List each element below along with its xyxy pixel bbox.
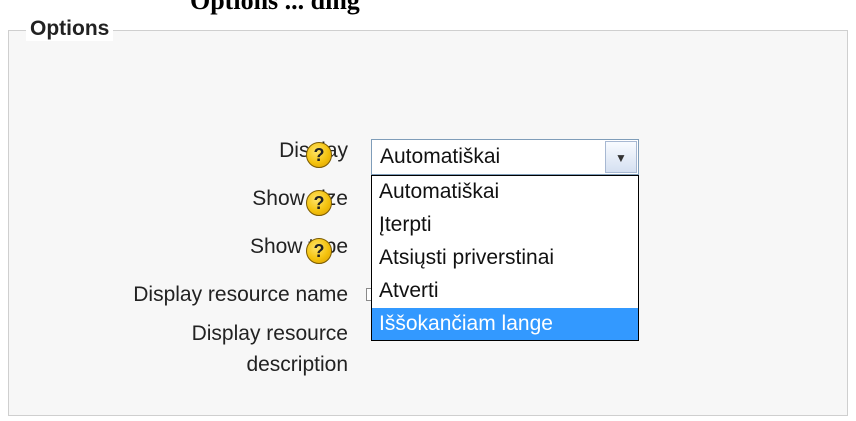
dropdown-option-iterpti[interactable]: Įterpti [372, 209, 638, 241]
show-size-help-icon[interactable]: ? [306, 190, 332, 216]
dropdown-option-atsiusti-priverstinai[interactable]: Atsiųsti priverstinai [372, 242, 638, 274]
show-size-label: Show size [252, 187, 348, 210]
display-select[interactable]: Automatiškai ▼ [371, 139, 639, 175]
display-select-dropdown: Automatiškai Įterpti Atsiųsti priverstin… [371, 175, 639, 341]
show-type-label: Show type [249, 235, 348, 258]
display-select-value: Automatiškai [380, 145, 501, 168]
display-resource-name-label: Display resource name [133, 283, 348, 306]
chevron-down-icon[interactable]: ▼ [605, 141, 637, 173]
dropdown-option-automatiskai[interactable]: Automatiškai [372, 176, 638, 208]
dropdown-option-atverti[interactable]: Atverti [372, 275, 638, 307]
display-help-icon[interactable]: ? [306, 142, 332, 168]
options-page: Options ... ding Options Display ? Show … [0, 0, 856, 421]
options-legend: Options [26, 17, 114, 41]
dropdown-option-issokanciam-lange[interactable]: Iššokančiam lange [372, 308, 638, 340]
top-cropped-heading: Options ... ding [190, 0, 360, 15]
display-resource-description-label-line1: Display resource [191, 322, 348, 345]
display-resource-description-label-line2: description [246, 353, 348, 376]
show-type-help-icon[interactable]: ? [306, 238, 332, 264]
